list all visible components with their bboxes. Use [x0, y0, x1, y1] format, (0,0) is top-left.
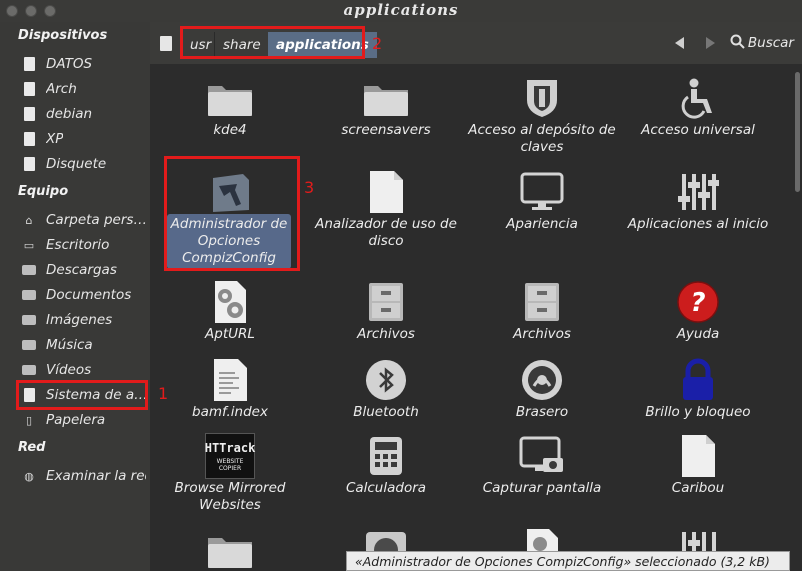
- network-globe-icon: ◍: [24, 469, 34, 483]
- music-folder-icon: [22, 338, 36, 352]
- folder-icon: [205, 526, 255, 571]
- drive-icon: [22, 82, 36, 96]
- annotation-number-3: 3: [304, 178, 315, 197]
- folder-icon: [361, 74, 411, 122]
- help-icon: ?: [673, 278, 723, 326]
- text-document-icon: [205, 356, 255, 404]
- calculator-icon: [361, 432, 411, 480]
- file-cabinet-icon: [361, 278, 411, 326]
- sidebar-item-home[interactable]: ⌂ Carpeta pers…: [22, 209, 147, 231]
- httrack-icon: HTTrack WEBSITE COPIER: [205, 432, 255, 480]
- search-icon[interactable]: [730, 34, 746, 50]
- scrollbar-thumb[interactable]: [795, 72, 800, 192]
- window-title: applications: [343, 1, 459, 19]
- annotation-box-3: [164, 156, 300, 271]
- sidebar: Dispositivos DATOS Arch debian XP Disque…: [0, 22, 150, 571]
- sidebar-item-network[interactable]: ◍ Examinar la red: [22, 465, 146, 487]
- search-label[interactable]: Buscar: [748, 35, 794, 51]
- annotation-number-1: 1: [158, 384, 169, 403]
- sidebar-item-musica[interactable]: Música: [22, 334, 146, 356]
- accessibility-icon: [673, 74, 723, 122]
- folder-icon: [205, 74, 255, 122]
- title-bar: applications: [0, 0, 802, 22]
- sidebar-item-videos[interactable]: Vídeos: [22, 359, 146, 381]
- lock-icon: [673, 356, 723, 404]
- shield-icon: [517, 74, 567, 122]
- status-bar: «Administrador de Opciones CompizConfig»…: [346, 551, 790, 571]
- drive-icon: [22, 132, 36, 146]
- sidebar-heading-red: Red: [18, 440, 46, 455]
- annotation-number-2: 2: [372, 34, 383, 53]
- home-icon: ⌂: [25, 213, 33, 227]
- sidebar-item-arch[interactable]: Arch: [22, 78, 146, 100]
- videos-folder-icon: [22, 363, 36, 377]
- floppy-icon: [22, 157, 36, 171]
- sidebar-heading-dispositivos: Dispositivos: [18, 28, 108, 43]
- sidebar-item-xp[interactable]: XP: [22, 128, 146, 150]
- sidebar-item-documentos[interactable]: Documentos: [22, 284, 146, 306]
- sidebar-item-descargas[interactable]: Descargas: [22, 259, 146, 281]
- bluetooth-icon: [361, 356, 411, 404]
- file-cabinet-icon: [517, 278, 567, 326]
- document-icon: [361, 168, 411, 216]
- back-arrow-icon[interactable]: [674, 37, 686, 49]
- sidebar-item-escritorio[interactable]: ▭ Escritorio: [22, 234, 146, 256]
- sidebar-heading-equipo: Equipo: [18, 184, 69, 199]
- sidebar-item-datos[interactable]: DATOS: [22, 53, 146, 75]
- annotation-box-1: [16, 380, 148, 410]
- file-grid: kde4 screensavers Acceso al depósito de …: [150, 64, 794, 571]
- sidebar-item-imagenes[interactable]: Imágenes: [22, 309, 146, 331]
- vertical-scrollbar[interactable]: [794, 64, 802, 571]
- document-icon: [673, 432, 723, 480]
- location-toggle-icon[interactable]: [160, 36, 172, 51]
- annotation-box-2: [180, 26, 365, 59]
- drive-icon: [22, 107, 36, 121]
- sidebar-item-debian[interactable]: debian: [22, 103, 146, 125]
- svg-text:?: ?: [690, 288, 705, 318]
- screenshot-icon: [517, 432, 567, 480]
- documents-folder-icon: [22, 288, 36, 302]
- pictures-folder-icon: [22, 313, 36, 327]
- trash-icon: ▯: [25, 413, 33, 427]
- gear-document-icon: [205, 278, 255, 326]
- forward-arrow-icon[interactable]: [704, 37, 716, 49]
- sidebar-item-disquete[interactable]: Disquete: [22, 153, 146, 175]
- brasero-icon: [517, 356, 567, 404]
- desktop-icon: ▭: [23, 238, 35, 252]
- monitor-icon: [517, 168, 567, 216]
- sidebar-item-papelera[interactable]: ▯ Papelera: [22, 409, 146, 431]
- drive-icon: [22, 57, 36, 71]
- downloads-folder-icon: [22, 263, 36, 277]
- sliders-icon: [673, 168, 723, 216]
